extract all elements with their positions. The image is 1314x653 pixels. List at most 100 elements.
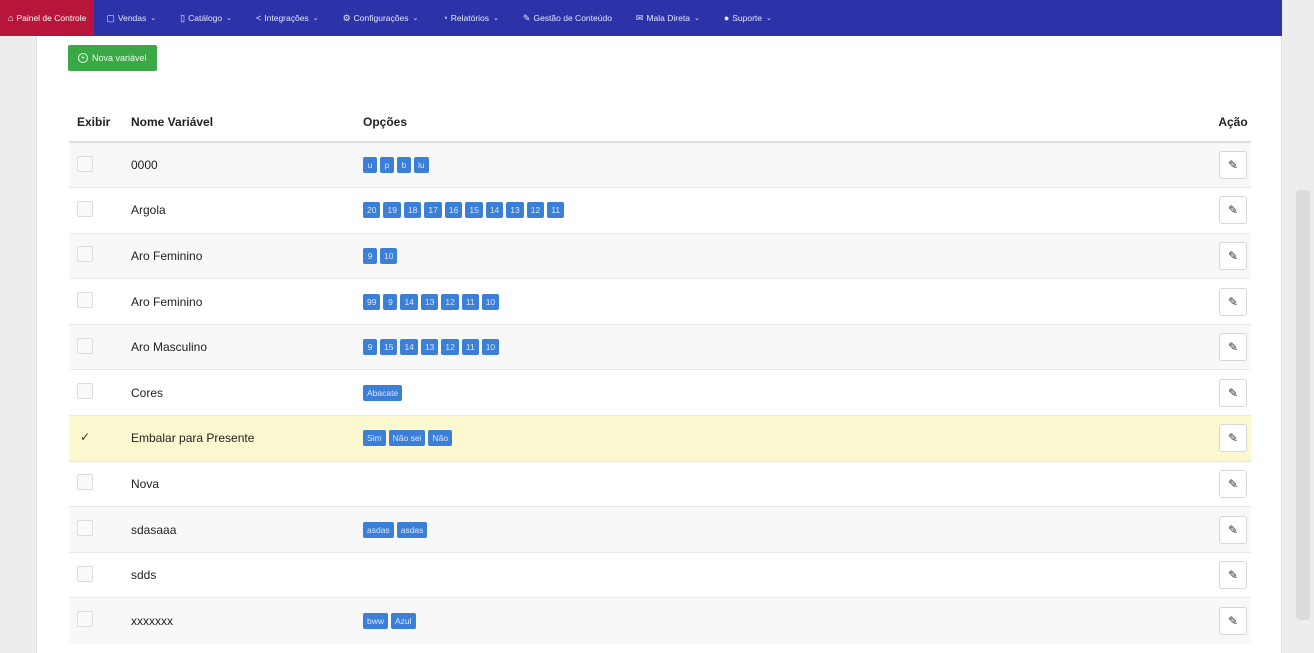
options-cell: 20 19 18 17 16 15 14 13 12 11 (363, 187, 1215, 234)
option-tag[interactable]: 18 (403, 202, 422, 219)
option-tag[interactable]: lu (414, 157, 429, 174)
option-tag[interactable]: Não sei (388, 430, 426, 447)
exibir-checkbox[interactable]: ✓ (77, 430, 93, 446)
option-tag[interactable]: 17 (424, 202, 442, 219)
edit-button[interactable]: ✎ (1219, 196, 1247, 225)
variable-name: sdasaaa (121, 506, 363, 553)
option-tag[interactable]: 10 (380, 247, 398, 264)
variable-name: Aro Masculino (121, 323, 363, 370)
nav-item-suporte[interactable]: ● Suporte ⌄ (712, 0, 784, 36)
acao-cell: ✎ (1215, 232, 1251, 279)
nav-item-label: Painel de Controle (16, 13, 87, 23)
variable-name: Embalar para Presente (121, 415, 363, 462)
exibir-checkbox[interactable] (77, 611, 93, 628)
exibir-checkbox[interactable] (77, 474, 93, 491)
option-tag[interactable]: Sim (363, 430, 386, 447)
option-tag[interactable]: 11 (461, 293, 479, 310)
option-tag[interactable]: 99 (363, 293, 381, 310)
edit-button[interactable]: ✎ (1219, 606, 1247, 635)
new-variable-button[interactable]: + Nova variável (68, 45, 157, 71)
option-tag[interactable]: 12 (441, 293, 459, 310)
header-opcoes: Opções (363, 102, 1215, 143)
option-tag[interactable]: 19 (383, 202, 401, 219)
exibir-checkbox[interactable] (77, 520, 93, 537)
option-tag[interactable]: 13 (506, 202, 524, 219)
edit-button[interactable]: ✎ (1219, 378, 1247, 407)
option-tag[interactable]: 15 (465, 202, 483, 219)
option-tag[interactable]: bww (363, 612, 389, 629)
edit-square-icon: ✎ (522, 12, 531, 23)
option-tag[interactable]: Não (428, 430, 453, 447)
edit-button[interactable]: ✎ (1219, 561, 1247, 590)
options-cell: Abacate (363, 369, 1215, 416)
edit-button[interactable]: ✎ (1219, 241, 1247, 270)
option-tag[interactable]: 13 (420, 293, 439, 310)
edit-button[interactable]: ✎ (1219, 151, 1247, 180)
pencil-icon: ✎ (1227, 613, 1239, 628)
exibir-checkbox[interactable] (77, 155, 93, 172)
chevron-down-icon: ⌄ (766, 15, 772, 22)
edit-button[interactable]: ✎ (1219, 469, 1247, 498)
option-tag[interactable]: 11 (461, 339, 479, 356)
exibir-checkbox[interactable] (77, 337, 93, 354)
option-tag[interactable]: 9 (363, 339, 377, 356)
acao-cell: ✎ (1215, 597, 1251, 644)
exibir-checkbox[interactable] (77, 200, 93, 217)
chevron-down-icon: ⌄ (226, 15, 232, 22)
nav-item-painel-de-controle[interactable]: ⌂ Painel de Controle (0, 0, 95, 36)
nav-item-gest-o-de-conte-do[interactable]: ✎ Gestão de Conteúdo (511, 0, 624, 36)
options-cell: asdas asdas (363, 506, 1215, 553)
edit-button[interactable]: ✎ (1219, 333, 1247, 362)
option-tag[interactable]: 9 (363, 247, 377, 264)
plus-circle-icon: + (78, 53, 88, 63)
support-icon: ● (723, 13, 730, 23)
option-tag[interactable]: 12 (526, 202, 545, 219)
options-cell (363, 460, 1215, 507)
option-tag[interactable]: 15 (380, 339, 398, 356)
option-tag[interactable]: 20 (363, 202, 381, 219)
table-row: 0000 u p b lu ✎ (69, 141, 1251, 188)
pencil-icon: ✎ (1227, 385, 1239, 400)
exibir-checkbox[interactable] (77, 246, 93, 263)
share-icon: < (256, 13, 262, 23)
option-tag[interactable]: p (380, 157, 394, 174)
option-tag[interactable]: 9 (383, 293, 398, 310)
header-exibir: Exibir (69, 102, 121, 143)
edit-button[interactable]: ✎ (1219, 515, 1247, 544)
exibir-checkbox[interactable] (77, 383, 93, 400)
option-tag[interactable]: b (397, 157, 411, 174)
nav-item-mala-direta[interactable]: ✉ Mala Direta ⌄ (624, 0, 712, 36)
exibir-cell (69, 369, 121, 416)
option-tag[interactable]: 11 (547, 202, 565, 219)
page-scrollbar[interactable] (1296, 190, 1310, 620)
option-tag[interactable]: 10 (481, 293, 500, 310)
option-tag[interactable]: Azul (391, 612, 416, 629)
nav-item-integra-es[interactable]: < Integrações ⌄ (244, 0, 331, 36)
option-tag[interactable]: u (363, 157, 377, 174)
option-tag[interactable]: 10 (481, 339, 500, 356)
option-tag[interactable]: 12 (441, 339, 459, 356)
exibir-checkbox[interactable] (77, 565, 93, 582)
option-tag[interactable]: 14 (485, 202, 504, 219)
exibir-cell: ✓ (69, 415, 121, 462)
table-row: sdds ✎ (69, 551, 1251, 598)
table-row: Nova ✎ (69, 460, 1251, 507)
edit-button[interactable]: ✎ (1219, 287, 1247, 316)
option-tag[interactable]: asdas (363, 521, 394, 538)
nav-item-configura-es[interactable]: ⚙ Configurações ⌄ (331, 0, 431, 36)
edit-button[interactable]: ✎ (1219, 424, 1247, 453)
option-tag[interactable]: 16 (444, 202, 463, 219)
nav-item-cat-logo[interactable]: ▯ Catálogo ⌄ (168, 0, 244, 36)
acao-cell: ✎ (1215, 187, 1251, 234)
table-row: sdasaaa asdas asdas ✎ (69, 506, 1251, 553)
option-tag[interactable]: Abacate (363, 384, 403, 401)
option-tag[interactable]: 14 (400, 339, 418, 356)
option-tag[interactable]: asdas (396, 521, 428, 538)
option-tag[interactable]: 13 (420, 339, 439, 356)
option-tag[interactable]: 14 (400, 293, 418, 310)
nav-item-vendas[interactable]: ▢ Vendas ⌄ (94, 0, 168, 36)
variable-name: Aro Feminino (121, 232, 363, 279)
options-cell: 9 10 (363, 232, 1215, 279)
exibir-checkbox[interactable] (77, 292, 93, 309)
nav-item-relat-rios[interactable]: ◔ Relatórios ⌄ (430, 0, 511, 36)
